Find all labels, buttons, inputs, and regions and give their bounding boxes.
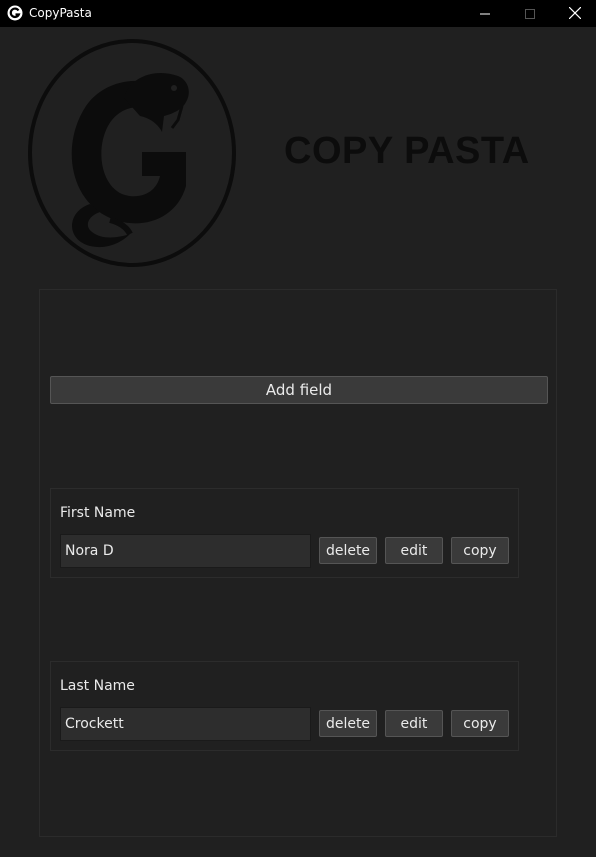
close-icon: [568, 4, 582, 23]
brand-title: COPY PASTA: [284, 130, 530, 172]
field-card-last-name: Last Name Crockett delete edit copy: [50, 661, 519, 751]
minimize-icon: [480, 4, 490, 23]
snake-g-logo: [26, 36, 240, 272]
copy-button[interactable]: copy: [451, 537, 509, 564]
app-logo-icon: [7, 5, 23, 21]
field-label: Last Name: [60, 678, 135, 694]
copy-button[interactable]: copy: [451, 710, 509, 737]
last-name-value-field[interactable]: Crockett: [60, 707, 311, 741]
edit-button[interactable]: edit: [385, 537, 443, 564]
field-card-first-name: First Name Nora D delete edit copy: [50, 488, 519, 578]
delete-button[interactable]: delete: [319, 537, 377, 564]
edit-button[interactable]: edit: [385, 710, 443, 737]
first-name-value-field[interactable]: Nora D: [60, 534, 311, 568]
delete-button[interactable]: delete: [319, 710, 377, 737]
minimize-button[interactable]: [462, 0, 508, 27]
window-title: CopyPasta: [29, 6, 92, 20]
maximize-button[interactable]: [507, 0, 553, 27]
close-button[interactable]: [552, 0, 596, 27]
maximize-icon: [525, 4, 535, 23]
title-bar: CopyPasta: [0, 0, 596, 27]
add-field-button[interactable]: Add field: [50, 376, 548, 404]
field-label: First Name: [60, 505, 136, 521]
